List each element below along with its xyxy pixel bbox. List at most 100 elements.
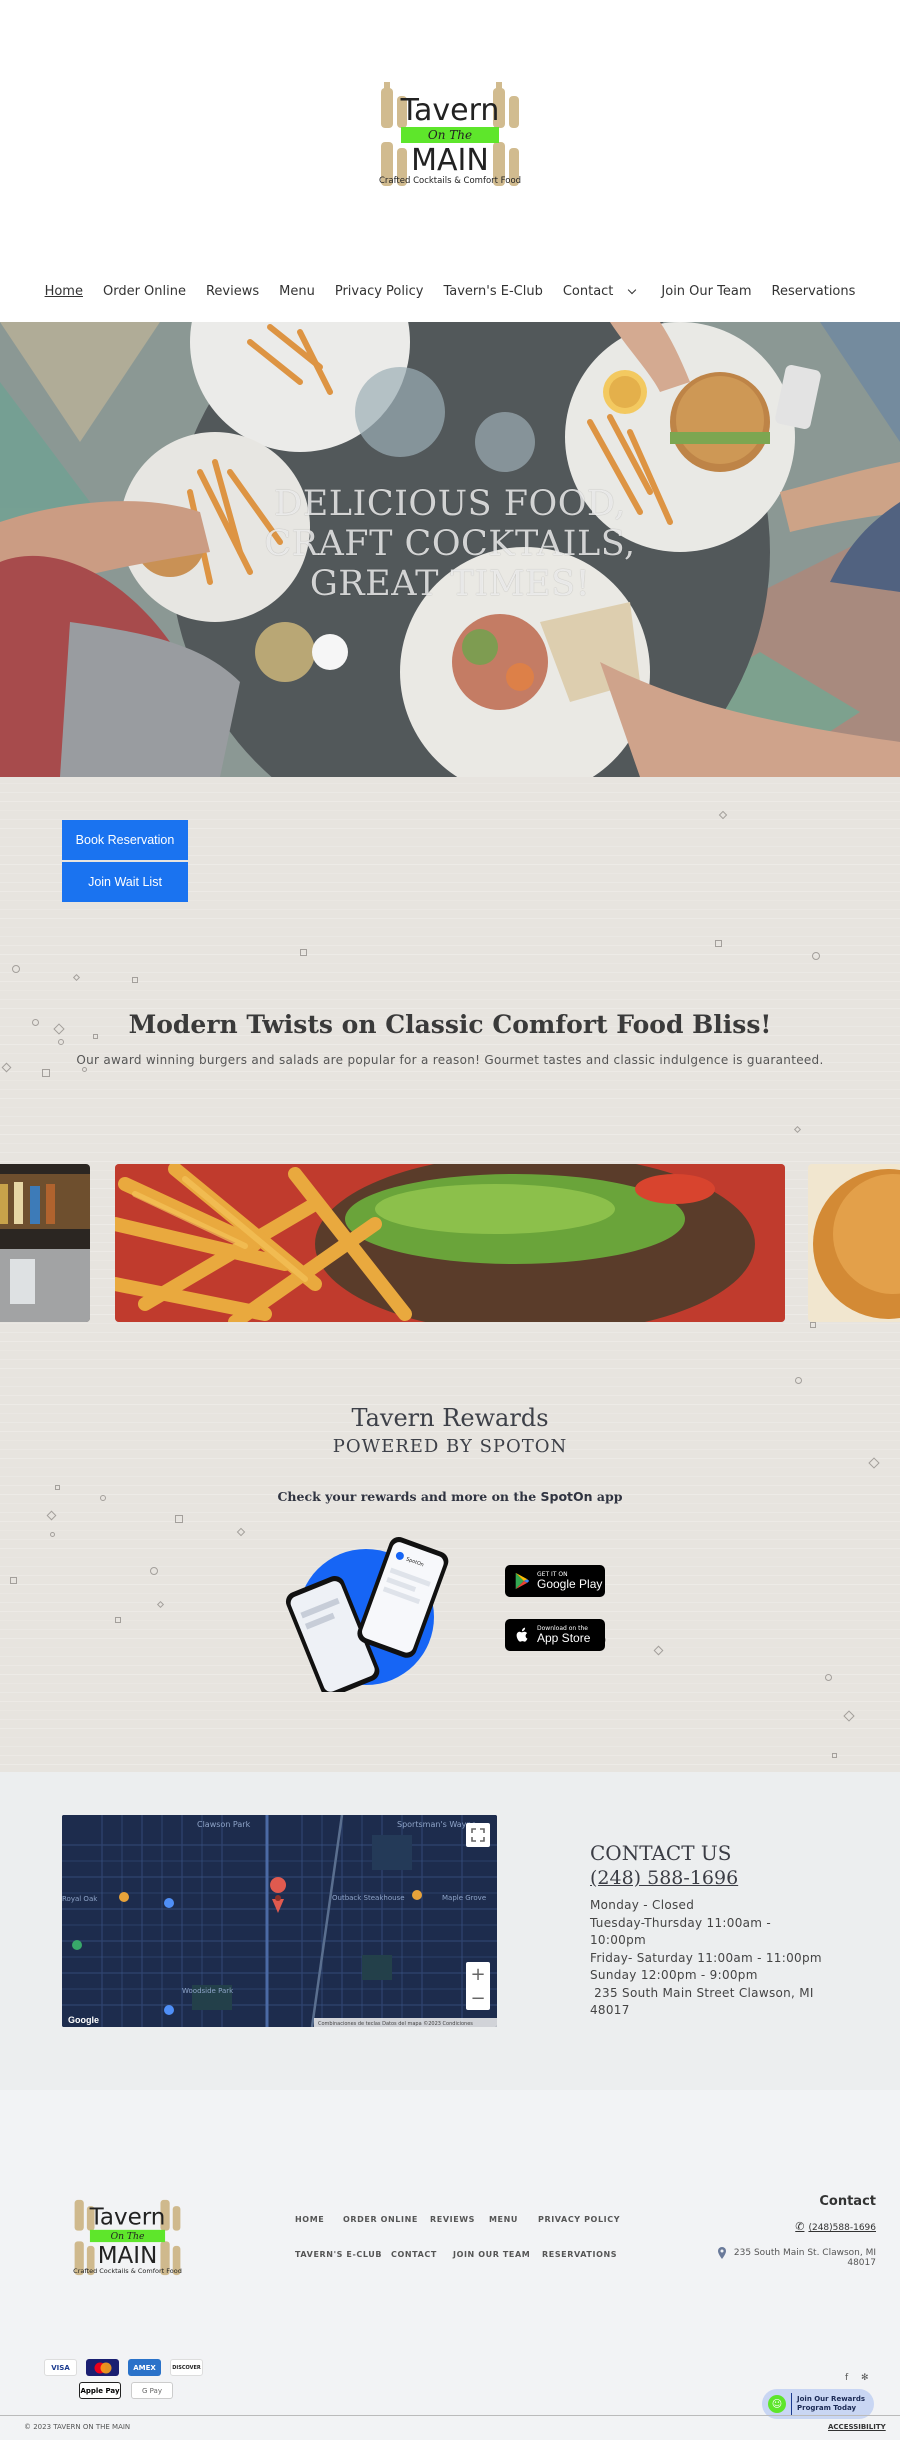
main-nav: Home Order Online Reviews Menu Privacy P… [0,280,900,302]
footer-nav-reservations[interactable]: RESERVATIONS [542,2250,617,2259]
facebook-icon[interactable]: f [845,2373,848,2383]
chevron-down-icon[interactable] [628,285,637,294]
google-play-icon [515,1572,530,1590]
nav-reviews[interactable]: Reviews [206,284,259,299]
wood-grain-line [0,1476,900,1477]
rewards-title: Tavern Rewards [351,1404,549,1432]
decorative-shape [72,973,81,982]
wood-grain-line [0,1323,900,1324]
carousel-image-burger[interactable] [115,1164,785,1322]
nav-contact[interactable]: Contact [563,284,642,299]
wood-grain-line [0,1008,900,1009]
wood-grain-line [0,1746,900,1747]
svg-text:Woodside Park: Woodside Park [182,1987,234,1995]
carousel-image-bar[interactable] [0,1164,90,1322]
site-footer: Tavern On The MAIN Crafted Cocktails & C… [0,2090,900,2440]
wood-grain-line [0,1116,900,1117]
wood-grain-line [0,1368,900,1369]
wood-grain-line [0,1692,900,1693]
yelp-icon[interactable]: ✻ [861,2373,869,2383]
nav-privacy-policy[interactable]: Privacy Policy [335,284,424,299]
footer-nav-e-club[interactable]: TAVERN'S E-CLUB [295,2250,382,2259]
footer-logo[interactable]: Tavern On The MAIN Crafted Cocktails & C… [70,2195,185,2280]
footer-nav-contact[interactable]: CONTACT [391,2250,437,2259]
apple-icon [516,1627,528,1642]
decorative-shape [42,1069,50,1077]
google-pay-icon: G Pay [131,2382,173,2399]
nav-reservations[interactable]: Reservations [772,284,856,299]
google-map[interactable]: Clawson Park Sportsman's Wayne Royal Oak… [62,1815,497,2027]
wood-grain-line [0,963,900,964]
map-zoom-controls: + − [466,1962,490,2010]
footer-nav-order-online[interactable]: ORDER ONLINE [343,2215,418,2224]
zoom-in-icon[interactable]: + [466,1962,490,1986]
contact-heading: CONTACT US [590,1841,732,1865]
footer-contact-heading: Contact [819,2194,876,2209]
phone-icon: ✆ [795,2220,805,2233]
footer-nav-privacy-policy[interactable]: PRIVACY POLICY [538,2215,620,2224]
content-section: Book Reservation Join Wait List Modern T… [0,777,900,1772]
nav-order-online[interactable]: Order Online [103,284,186,299]
book-reservation-button[interactable]: Book Reservation [62,820,188,860]
nav-menu[interactable]: Menu [279,284,315,299]
wood-grain-line [0,1071,900,1072]
site-logo[interactable]: Tavern On The MAIN Crafted Cocktails & C… [375,82,525,192]
hero-banner: DELICIOUS FOOD, CRAFT COCKTAILS, GREAT T… [0,322,900,777]
svg-text:On The: On The [428,128,472,142]
footer-nav-join-our-team[interactable]: JOIN OUR TEAM [453,2250,530,2259]
join-wait-list-button[interactable]: Join Wait List [62,862,188,902]
wood-grain-line [0,1161,900,1162]
rewards-subtitle: POWERED BY SPOTON [332,1436,568,1457]
nav-join-our-team[interactable]: Join Our Team [661,284,751,299]
wood-grain-line [0,1143,900,1144]
pill-divider [791,2393,792,2415]
rewards-chat-icon: ☺ [768,2395,786,2413]
address-line: 235 South Main Street Clawson, MI [590,1985,814,2000]
google-play-badge[interactable]: GET IT ON Google Play [505,1565,605,1597]
photo-carousel[interactable] [0,1164,900,1322]
nav-home[interactable]: Home [45,284,83,299]
svg-text:Combinaciones de teclas Dato: Combinaciones de teclas Datos del mapa ©… [318,2020,473,2027]
wood-grain-line [0,972,900,973]
map-fullscreen-button[interactable] [466,1823,490,1847]
decorative-shape [812,952,820,960]
wood-grain-line [0,1710,900,1711]
footer-nav-reviews[interactable]: REVIEWS [430,2215,475,2224]
svg-text:MAIN: MAIN [98,2243,158,2269]
spoton-brand: SpotOn [540,1489,593,1504]
decorative-shape [300,949,307,956]
mastercard-icon [86,2359,119,2376]
wood-grain-line [0,918,900,919]
location-pin-icon [718,2247,726,2259]
copyright: © 2023 TAVERN ON THE MAIN [24,2423,131,2431]
carousel-image-bun[interactable] [808,1164,900,1322]
wood-grain-line [0,1350,900,1351]
wood-grain-line [0,954,900,955]
app-store-badge[interactable]: Download on the App Store [505,1619,605,1651]
wood-grain-line [0,1107,900,1108]
contact-phone-link[interactable]: (248) 588-1696 [590,1867,738,1889]
decorative-shape [132,977,138,983]
nav-e-club[interactable]: Tavern's E-Club [443,284,542,299]
wood-grain-line [0,1512,900,1513]
apple-pay-icon: Apple Pay [79,2382,121,2399]
app-store-name: App Store [537,1631,591,1645]
svg-text:Tavern: Tavern [89,2204,166,2230]
footer-nav-menu[interactable]: MENU [489,2215,518,2224]
wood-grain-line [0,792,900,793]
wood-grain-line [0,1701,900,1702]
decorative-shape [115,1617,121,1623]
footer-nav-home[interactable]: HOME [295,2215,324,2224]
decorative-shape [810,1322,816,1328]
contact-section: Clawson Park Sportsman's Wayne Royal Oak… [0,1772,900,2090]
zoom-out-icon[interactable]: − [466,1986,490,2010]
footer-address: 235 South Main St. Clawson, MI 48017 [733,2248,876,2268]
decorative-shape [832,1753,837,1758]
decorative-shape [795,1377,802,1384]
accessibility-link[interactable]: ACCESSIBILITY [828,2423,886,2431]
svg-text:Crafted Cocktails & Comfort Fo: Crafted Cocktails & Comfort Food [73,2267,182,2275]
hours-line: Friday- Saturday 11:00am - 11:00pm [590,1950,822,1965]
footer-phone-link[interactable]: ✆ (248)588-1696 [795,2220,876,2233]
svg-text:On The: On The [111,2231,145,2242]
wood-grain-line [0,1521,900,1522]
